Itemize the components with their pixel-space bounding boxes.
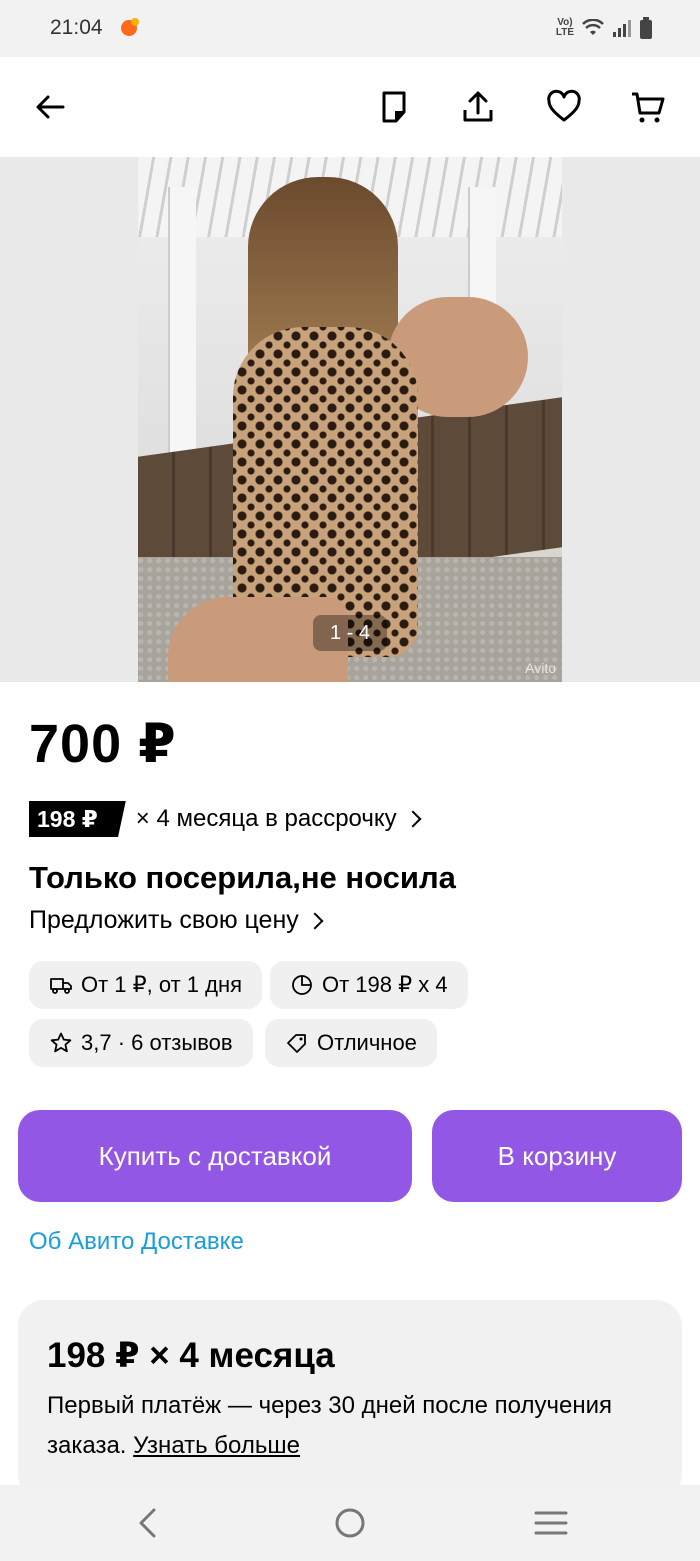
status-icons: Vo) LTE xyxy=(556,15,652,41)
installment-card: 198 ₽ × 4 месяца Первый платёж — через 3… xyxy=(18,1300,682,1500)
add-to-cart-button[interactable]: В корзину xyxy=(432,1110,682,1202)
nav-home-icon xyxy=(335,1508,365,1538)
condition-chip[interactable]: Отличное xyxy=(265,1019,437,1067)
nav-menu-icon xyxy=(534,1511,568,1535)
product-photo[interactable]: Avito xyxy=(138,157,562,682)
tag-icon xyxy=(287,1034,306,1053)
installment-row[interactable]: 198 ₽ × 4 месяца в рассрочку xyxy=(29,800,422,838)
star-icon xyxy=(50,1032,72,1053)
delivery-chip-label: От 1 ₽, от 1 дня xyxy=(81,972,243,997)
wifi-icon xyxy=(582,19,604,35)
cart-icon xyxy=(632,92,665,123)
rating-chip[interactable]: 3,7 · 6 отзывов xyxy=(29,1019,253,1067)
signal-icon xyxy=(613,20,631,37)
chevron-right-icon xyxy=(306,912,324,929)
installment-text: × 4 месяца в рассрочку xyxy=(135,805,397,832)
share-icon xyxy=(463,91,493,122)
installment-card-title: 198 ₽ × 4 месяца xyxy=(47,1336,335,1375)
photo-gallery[interactable]: Avito 1 - 4 xyxy=(0,157,700,682)
avito-watermark: Avito xyxy=(525,660,556,676)
share-button[interactable] xyxy=(452,81,504,133)
chevron-right-icon xyxy=(404,810,422,828)
status-time: 21:04 xyxy=(50,16,103,39)
learn-more-link[interactable]: Узнать больше xyxy=(133,1432,300,1459)
note-icon xyxy=(382,91,406,123)
buy-with-delivery-button[interactable]: Купить с доставкой xyxy=(18,1110,412,1202)
pie-chart-icon xyxy=(292,975,312,995)
rating-chip-label: 3,7 · 6 отзывов xyxy=(81,1030,233,1055)
condition-chip-label: Отличное xyxy=(317,1030,417,1055)
back-arrow-icon xyxy=(36,95,65,119)
back-button[interactable] xyxy=(24,81,76,133)
truck-icon xyxy=(50,978,72,994)
nav-home-button[interactable] xyxy=(330,1503,370,1543)
favorite-button[interactable] xyxy=(538,81,590,133)
photo-counter: 1 - 4 xyxy=(313,615,387,651)
delivery-chip[interactable]: От 1 ₽, от 1 дня xyxy=(29,961,263,1009)
listing-title: Только посерила,не носила xyxy=(29,860,456,895)
status-bar: 21:04 Vo) LTE xyxy=(0,0,700,57)
offer-price-label: Предложить свою цену xyxy=(29,906,299,934)
nav-back-button[interactable] xyxy=(128,1503,168,1543)
nav-recents-button[interactable] xyxy=(531,1503,571,1543)
about-delivery-link[interactable]: Об Авито Доставке xyxy=(29,1228,244,1256)
cart-button[interactable] xyxy=(622,81,674,133)
installment-chip[interactable]: От 198 ₽ x 4 xyxy=(270,961,468,1009)
app-bar xyxy=(0,57,700,157)
heart-icon xyxy=(547,89,581,122)
nav-back-icon xyxy=(139,1508,156,1538)
installment-chip-label: От 198 ₽ x 4 xyxy=(322,972,448,997)
notification-icon xyxy=(121,18,139,36)
volte-icon: Vo) LTE xyxy=(555,17,574,38)
system-nav-bar xyxy=(0,1485,700,1561)
price: 700 ₽ xyxy=(29,714,177,774)
battery-icon xyxy=(640,17,652,39)
installment-badge: 198 ₽ xyxy=(29,801,126,837)
offer-price-link[interactable]: Предложить свою цену xyxy=(29,906,324,935)
installment-card-text: Первый платёж — через 30 дней после полу… xyxy=(47,1392,612,1459)
notes-button[interactable] xyxy=(368,81,420,133)
